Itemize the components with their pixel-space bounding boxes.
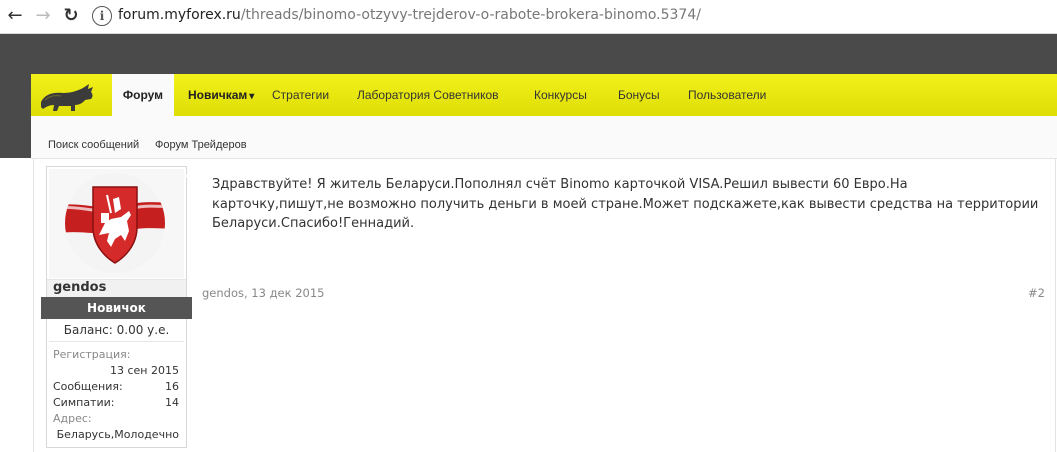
post-number[interactable]: #2 bbox=[1028, 286, 1045, 300]
forward-icon[interactable]: → bbox=[32, 5, 54, 27]
url-text[interactable]: forum.myforex.ru/threads/binomo-otzyvy-t… bbox=[118, 7, 701, 23]
address-value[interactable]: Беларусь,Молодечно bbox=[57, 428, 179, 441]
tab-users[interactable]: Пользователи bbox=[688, 74, 766, 116]
subtab-search-posts[interactable]: Поиск сообщений bbox=[48, 139, 139, 151]
address-bar[interactable]: i forum.myforex.ru/threads/binomo-otzyvy… bbox=[92, 4, 1042, 28]
reload-icon[interactable]: ↻ bbox=[60, 5, 82, 27]
post-author-date[interactable]: gendos, 13 дек 2015 bbox=[202, 286, 325, 300]
tab-bonuses[interactable]: Бонусы bbox=[618, 74, 660, 116]
tab-strategies[interactable]: Стратегии bbox=[272, 74, 329, 116]
username[interactable]: gendos bbox=[53, 280, 106, 295]
back-icon[interactable]: ← bbox=[4, 5, 26, 27]
post-message: Здравствуйте! Я житель Беларуси.Пополнял… bbox=[212, 177, 1039, 231]
user-info-panel: gendos Новичок Баланс: 0.00 у.е. Регистр… bbox=[41, 166, 192, 448]
bull-logo-icon[interactable] bbox=[31, 74, 111, 116]
tab-beginners[interactable]: Новичкам ▾ bbox=[188, 74, 254, 116]
url-host: forum.myforex.ru bbox=[118, 7, 241, 23]
browser-toolbar: ← → ↻ i forum.myforex.ru/threads/binomo-… bbox=[0, 0, 1057, 34]
main-navbar: Форум Новичкам ▾ Стратегии Лаборатория Со… bbox=[31, 74, 1057, 116]
likes-value: 14 bbox=[165, 396, 179, 409]
tab-forum[interactable]: Форум bbox=[112, 74, 174, 116]
likes-label: Симпатии: bbox=[53, 396, 115, 409]
address-label: Адрес: bbox=[53, 412, 92, 425]
chevron-down-icon: ▾ bbox=[249, 91, 255, 102]
username-bar: gendos bbox=[47, 279, 186, 298]
forum-post: gendos Новичок Баланс: 0.00 у.е. Регистр… bbox=[34, 158, 1055, 452]
speech-arrow bbox=[185, 168, 194, 184]
messages-label: Сообщения: bbox=[53, 380, 123, 393]
tab-advisors-lab[interactable]: Лаборатория Советников bbox=[357, 74, 499, 116]
avatar[interactable] bbox=[49, 169, 184, 278]
tab-beginners-label: Новичкам bbox=[188, 88, 248, 102]
url-path: /threads/binomo-otzyvy-trejderov-o-rabot… bbox=[240, 7, 701, 23]
registration-value: 13 сен 2015 bbox=[110, 364, 179, 377]
user-balance: Баланс: 0.00 у.е. bbox=[63, 323, 170, 337]
info-icon[interactable]: i bbox=[92, 6, 112, 26]
content-border-right bbox=[1055, 158, 1056, 452]
sub-navbar: Поиск сообщений Форум Трейдеров bbox=[31, 116, 1057, 159]
tab-contests[interactable]: Конкурсы bbox=[534, 74, 587, 116]
user-rank-badge: Новичок bbox=[41, 297, 192, 319]
registration-label: Регистрация: bbox=[53, 348, 131, 361]
subtab-traders-forum[interactable]: Форум Трейдеров bbox=[155, 139, 247, 151]
messages-value[interactable]: 16 bbox=[165, 380, 179, 393]
divider bbox=[49, 341, 184, 342]
